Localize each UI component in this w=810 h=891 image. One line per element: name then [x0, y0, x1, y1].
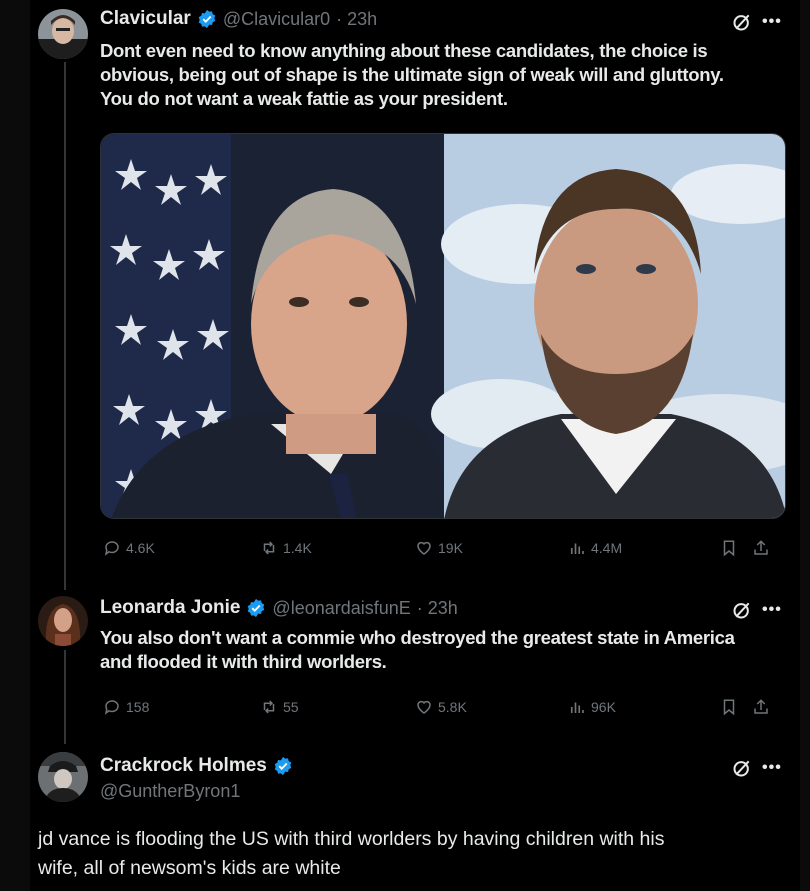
share-icon — [754, 540, 768, 555]
grok-icon[interactable] — [732, 12, 752, 32]
repost-count: 55 — [283, 699, 299, 715]
tweet-text-line: You also don't want a commie who destroy… — [100, 627, 735, 648]
author-row: Clavicular @Clavicular0 · 23h — [100, 8, 377, 30]
thread-line — [64, 62, 66, 590]
like-button[interactable]: 19K — [415, 539, 463, 557]
tweet-top-icons: ••• — [732, 600, 782, 620]
like-count: 19K — [438, 540, 463, 556]
author-handle[interactable]: @Clavicular0 — [223, 9, 330, 30]
thread-line — [64, 650, 66, 744]
views-icon — [570, 702, 584, 713]
handle-row: @GuntherByron1 — [100, 781, 240, 802]
timestamp[interactable]: · 23h — [417, 598, 458, 619]
repost-icon — [263, 700, 275, 714]
reply-count: 158 — [126, 699, 150, 715]
tweet-top-icons: ••• — [732, 758, 782, 778]
author-handle[interactable]: @leonardaisfunE — [272, 598, 410, 619]
author-row: Leonarda Jonie @leonardaisfunE · 23h — [100, 597, 458, 619]
bookmark-button[interactable] — [720, 698, 738, 716]
share-icon — [754, 699, 768, 714]
avatar[interactable] — [38, 9, 88, 59]
more-icon[interactable]: ••• — [762, 13, 782, 31]
verified-badge-icon — [248, 598, 265, 618]
author-handle[interactable]: @GuntherByron1 — [100, 781, 240, 802]
right-margin — [800, 0, 810, 891]
bookmark-icon — [723, 699, 735, 716]
reply-count: 4.6K — [126, 540, 155, 556]
repost-count: 1.4K — [283, 540, 312, 556]
tweet-text-line: Dont even need to know anything about th… — [100, 40, 708, 61]
tweet-text-line: and flooded it with third worlders. — [100, 651, 387, 672]
reply-icon — [104, 541, 119, 556]
views-icon — [570, 543, 584, 554]
views-button[interactable]: 4.4M — [568, 539, 622, 557]
tweet-text: jd vance is flooding the US with third w… — [38, 825, 798, 883]
heart-icon — [417, 541, 431, 555]
author-name[interactable]: Clavicular — [100, 8, 191, 30]
author-row: Crackrock Holmes — [100, 755, 293, 777]
repost-icon — [263, 541, 275, 555]
tweet-text-line: jd vance is flooding the US with third w… — [38, 828, 665, 850]
more-icon[interactable]: ••• — [762, 601, 782, 619]
author-name[interactable]: Leonarda Jonie — [100, 597, 240, 619]
views-count: 4.4M — [591, 540, 623, 556]
tweet-text-line: wife, all of newsom's kids are white — [38, 857, 341, 879]
left-margin — [0, 0, 30, 891]
verified-badge-icon — [198, 9, 216, 29]
tweet-text: You also don't want a commie who destroy… — [100, 626, 790, 674]
views-count: 96K — [591, 699, 616, 715]
bookmark-button[interactable] — [720, 539, 738, 557]
bookmark-icon — [723, 540, 735, 557]
share-button[interactable] — [752, 539, 770, 557]
share-button[interactable] — [752, 698, 770, 716]
reply-button[interactable]: 158 — [103, 698, 149, 716]
repost-button[interactable]: 1.4K — [260, 539, 312, 557]
heart-icon — [417, 700, 431, 714]
reply-icon — [104, 700, 119, 715]
grok-icon[interactable] — [732, 600, 752, 620]
more-icon[interactable]: ••• — [762, 759, 782, 777]
like-count: 5.8K — [438, 699, 467, 715]
views-button[interactable]: 96K — [568, 698, 616, 716]
repost-button[interactable]: 55 — [260, 698, 299, 716]
timestamp[interactable]: · 23h — [336, 9, 377, 30]
author-name[interactable]: Crackrock Holmes — [100, 755, 267, 777]
tweet-top-icons: ••• — [732, 12, 782, 32]
avatar[interactable] — [38, 752, 88, 802]
reply-button[interactable]: 4.6K — [103, 539, 155, 557]
tweet-text-line: You do not want a weak fattie as your pr… — [100, 88, 508, 109]
grok-icon[interactable] — [732, 758, 752, 778]
like-button[interactable]: 5.8K — [415, 698, 467, 716]
tweet-media[interactable] — [100, 133, 786, 519]
tweet-text: Dont even need to know anything about th… — [100, 39, 780, 111]
tweet-text-line: obvious, being out of shape is the ultim… — [100, 64, 724, 85]
avatar[interactable] — [38, 596, 88, 646]
verified-badge-icon — [274, 756, 292, 776]
